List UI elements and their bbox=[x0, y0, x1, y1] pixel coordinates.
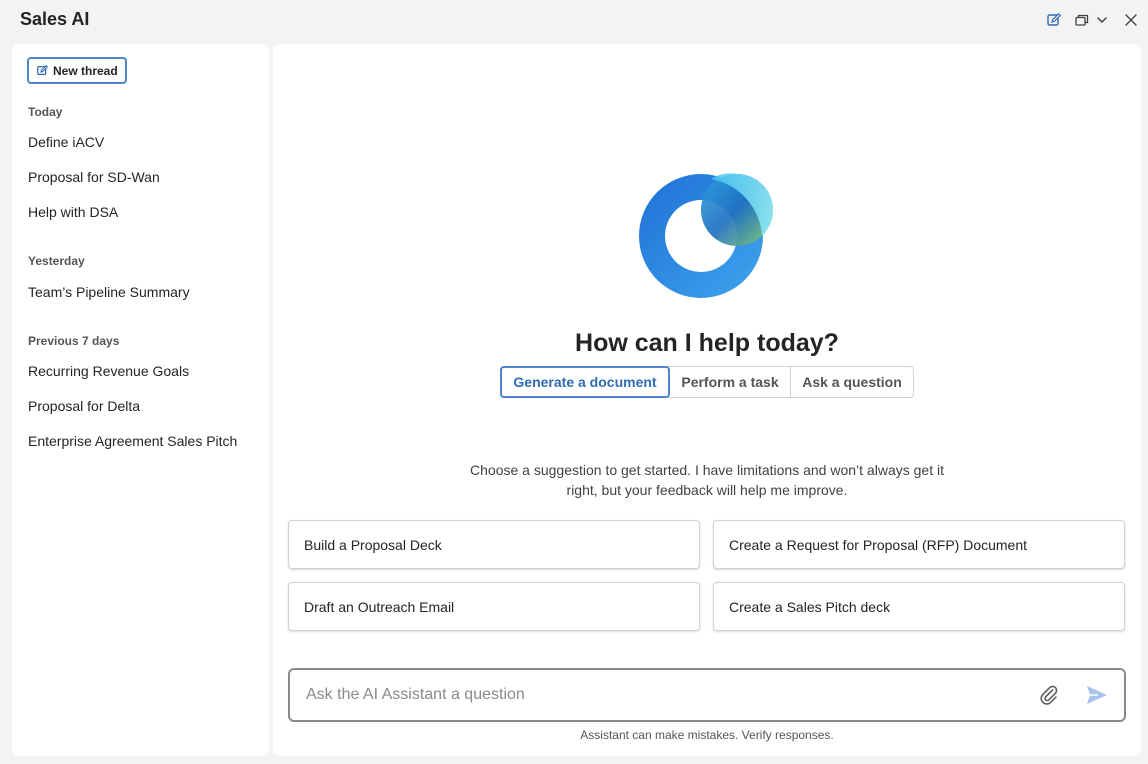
window-menu-button[interactable] bbox=[1095, 10, 1109, 30]
section-label-previous-7-days: Previous 7 days bbox=[28, 334, 120, 348]
section-label-today: Today bbox=[28, 105, 63, 119]
window-restore-icon bbox=[1075, 14, 1089, 26]
thread-item[interactable]: Recurring Revenue Goals bbox=[28, 363, 189, 379]
intro-line: Choose a suggestion to get started. I ha… bbox=[470, 462, 944, 478]
suggestion-card[interactable]: Draft an Outreach Email bbox=[288, 582, 700, 631]
page-heading: How can I help today? bbox=[575, 329, 839, 357]
tab-generate-document[interactable]: Generate a document bbox=[500, 366, 670, 398]
thread-item[interactable]: Proposal for Delta bbox=[28, 398, 140, 414]
main-panel: How can I help today? Generate a documen… bbox=[273, 44, 1141, 756]
paperclip-icon bbox=[1040, 685, 1058, 705]
suggestion-card[interactable]: Build a Proposal Deck bbox=[288, 520, 700, 569]
app-title: Sales AI bbox=[20, 9, 90, 29]
suggestion-card[interactable]: Create a Request for Proposal (RFP) Docu… bbox=[713, 520, 1125, 569]
composer bbox=[288, 668, 1126, 722]
thread-item[interactable]: Enterprise Agreement Sales Pitch bbox=[28, 433, 237, 449]
send-icon bbox=[1087, 686, 1107, 704]
window-restore-button[interactable] bbox=[1074, 10, 1090, 30]
new-thread-button[interactable]: New thread bbox=[27, 57, 127, 84]
close-button[interactable] bbox=[1123, 10, 1139, 30]
intro-text: Choose a suggestion to get started. I ha… bbox=[447, 460, 967, 500]
chevron-down-icon bbox=[1097, 17, 1107, 23]
compose-icon bbox=[37, 65, 48, 76]
question-input[interactable] bbox=[306, 684, 1006, 706]
compose-button[interactable] bbox=[1046, 10, 1062, 30]
tab-perform-task[interactable]: Perform a task bbox=[670, 367, 791, 397]
sidebar: New thread Today Define iACV Proposal fo… bbox=[12, 44, 269, 756]
close-icon bbox=[1125, 14, 1137, 26]
thread-item[interactable]: Team’s Pipeline Summary bbox=[28, 284, 190, 300]
send-button[interactable] bbox=[1085, 684, 1109, 706]
tab-ask-question[interactable]: Ask a question bbox=[791, 367, 913, 397]
thread-item[interactable]: Help with DSA bbox=[28, 204, 118, 220]
thread-item[interactable]: Define iACV bbox=[28, 134, 104, 150]
section-label-yesterday: Yesterday bbox=[28, 254, 85, 268]
new-thread-label: New thread bbox=[53, 63, 118, 78]
title-bar: Sales AI bbox=[0, 0, 1148, 40]
thread-item[interactable]: Proposal for SD-Wan bbox=[28, 169, 160, 185]
suggestion-card[interactable]: Create a Sales Pitch deck bbox=[713, 582, 1125, 631]
disclaimer: Assistant can make mistakes. Verify resp… bbox=[580, 728, 834, 742]
intro-line: right, but your feedback will help me im… bbox=[566, 482, 848, 498]
assistant-logo-icon bbox=[639, 173, 774, 298]
mode-tabs: Generate a document Perform a task Ask a… bbox=[500, 366, 914, 398]
compose-icon bbox=[1047, 13, 1061, 26]
attach-button[interactable] bbox=[1038, 684, 1060, 706]
